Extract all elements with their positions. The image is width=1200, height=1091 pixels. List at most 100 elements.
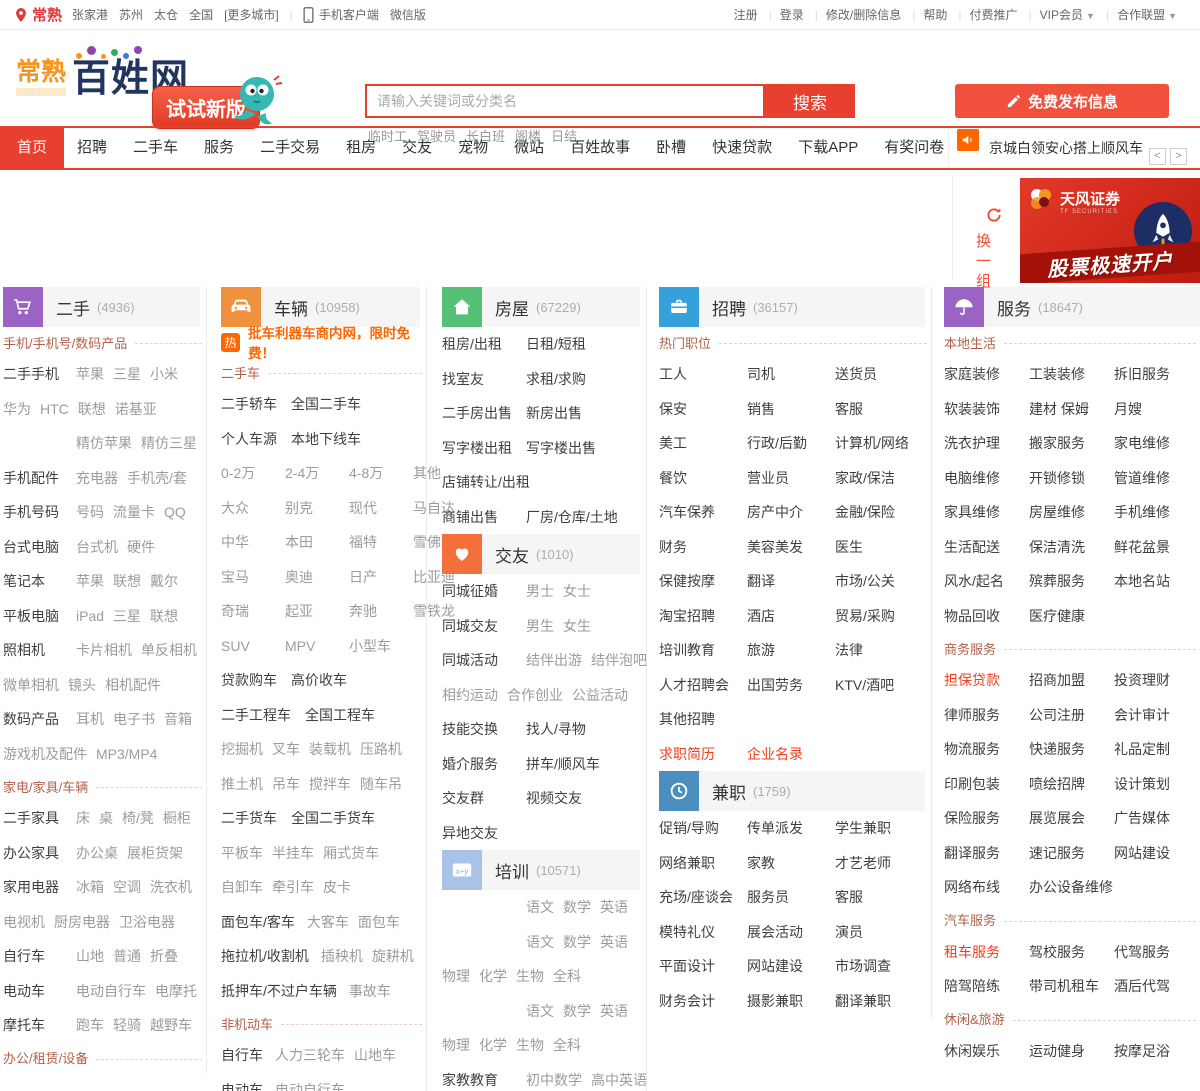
hot-promo-link[interactable]: 批车利器车商内网，限时免费！ xyxy=(248,322,426,362)
category-link[interactable]: 别克 xyxy=(285,498,349,518)
category-link[interactable]: 家庭装修 xyxy=(944,364,1029,384)
topbar-link[interactable]: VIP会员 ▼ xyxy=(1040,8,1095,22)
category-link[interactable]: 网站建设 xyxy=(1114,843,1199,863)
category-link[interactable]: 自卸车 xyxy=(221,877,263,897)
category-label[interactable]: 家用电器 xyxy=(3,877,76,897)
category-link[interactable]: 电脑维修 xyxy=(944,468,1029,488)
category-link[interactable]: 淘宝招聘 xyxy=(659,606,747,626)
category-link[interactable]: 三星 xyxy=(113,364,141,384)
category-link[interactable]: 台式机 xyxy=(76,537,118,557)
category-link[interactable]: 折叠 xyxy=(150,946,178,966)
category-link[interactable]: 单反相机 xyxy=(141,640,197,660)
category-link[interactable]: 数学 xyxy=(563,897,591,917)
category-link[interactable]: 生物 xyxy=(516,1035,544,1055)
category-link[interactable]: 华为 xyxy=(3,399,31,419)
category-link[interactable]: 苹果 xyxy=(76,571,104,591)
category-link[interactable]: 全国工程车 xyxy=(305,705,375,725)
nav-item[interactable]: 下载APP xyxy=(785,128,871,168)
topbar-link[interactable]: 修改/删除信息 xyxy=(826,8,901,22)
category-link[interactable]: 二手货车 xyxy=(221,808,277,828)
category-link[interactable]: 客服 xyxy=(835,887,923,907)
category-link[interactable]: 高中英语 xyxy=(591,1070,647,1090)
category-link[interactable]: 物品回收 xyxy=(944,606,1029,626)
category-link[interactable]: 技能交换 xyxy=(442,719,526,739)
category-link[interactable]: 挖掘机 xyxy=(221,739,263,759)
category-link[interactable]: 婚介服务 xyxy=(442,754,526,774)
category-link[interactable]: 公益活动 xyxy=(572,685,628,705)
category-link[interactable]: 插秧机 xyxy=(321,946,363,966)
category-label[interactable]: 自行车 xyxy=(221,1045,263,1065)
category-link[interactable]: 风水/起名 xyxy=(944,571,1029,591)
category-link[interactable]: 餐饮 xyxy=(659,468,747,488)
category-label[interactable]: 同城活动 xyxy=(442,650,526,670)
category-link[interactable]: 店铺转让/出租 xyxy=(442,472,530,492)
city-link[interactable]: 全国 xyxy=(189,8,213,22)
mobile-link[interactable]: 微信版 xyxy=(390,8,426,22)
category-link[interactable]: 宝马 xyxy=(221,567,285,587)
category-link[interactable]: 交友群 xyxy=(442,788,526,808)
category-link[interactable]: 办公桌 xyxy=(76,843,118,863)
category-link[interactable]: 人才招聘会 xyxy=(659,675,747,695)
category-link[interactable]: 物理 xyxy=(442,1035,470,1055)
category-link[interactable]: 送货员 xyxy=(835,364,923,384)
refresh-group-button[interactable]: 换一组 xyxy=(972,206,1016,293)
category-label[interactable]: 家教教育 xyxy=(442,1070,526,1090)
category-link[interactable]: 化学 xyxy=(479,1035,507,1055)
announcement-text[interactable]: 京城白领安心搭上顺风车 xyxy=(989,128,1200,168)
category-link[interactable]: 工人 xyxy=(659,364,747,384)
category-label[interactable]: 平板电脑 xyxy=(3,606,76,626)
category-link[interactable]: 推土机 xyxy=(221,774,263,794)
category-link[interactable]: 跑车 xyxy=(76,1015,104,1035)
category-link[interactable]: MP3/MP4 xyxy=(96,746,157,762)
category-label[interactable]: 抵押车/不过户车辆 xyxy=(221,981,337,1001)
category-link[interactable]: 厨房电器 xyxy=(54,912,110,932)
category-link[interactable]: 充电器 xyxy=(76,468,118,488)
category-link[interactable]: 新房出售 xyxy=(526,403,610,423)
category-link[interactable]: 初中数学 xyxy=(526,1070,582,1090)
city-link[interactable]: 苏州 xyxy=(119,8,143,22)
category-link[interactable]: 摄影兼职 xyxy=(747,991,835,1011)
category-label[interactable]: 手机号码 xyxy=(3,502,76,522)
category-link[interactable]: 培训教育 xyxy=(659,640,747,660)
publish-button[interactable]: 免费发布信息 xyxy=(955,84,1169,118)
category-link[interactable]: 展柜货架 xyxy=(127,843,183,863)
category-link[interactable]: 男士 xyxy=(526,581,554,601)
category-link[interactable]: 二手房出售 xyxy=(442,403,526,423)
ad-banner[interactable]: 天风证券 TF SECURITIES 股票极速开户 xyxy=(1020,178,1200,283)
category-link[interactable]: 奥迪 xyxy=(285,567,349,587)
category-link[interactable]: 找室友 xyxy=(442,369,526,389)
category-link[interactable]: 办公设备维修 xyxy=(1029,877,1117,897)
category-link[interactable]: 福特 xyxy=(349,532,413,552)
category-link[interactable]: 奇瑞 xyxy=(221,601,285,621)
nav-item[interactable]: 有奖问卷 xyxy=(871,128,957,168)
category-link[interactable]: 陪驾陪练 xyxy=(944,976,1029,996)
category-link[interactable]: 充场/座谈会 xyxy=(659,887,747,907)
column-title[interactable]: 房屋 xyxy=(495,295,529,320)
category-link[interactable]: SUV xyxy=(221,638,285,654)
category-link[interactable]: iPad xyxy=(76,608,104,624)
category-link[interactable]: 普通 xyxy=(113,946,141,966)
category-link[interactable]: 电视机 xyxy=(3,912,45,932)
category-link[interactable]: 吊车 xyxy=(272,774,300,794)
category-link[interactable]: 戴尔 xyxy=(150,571,178,591)
category-link[interactable]: 写字楼出租 xyxy=(442,438,526,458)
announcement-next-button[interactable]: > xyxy=(1170,148,1187,165)
category-link[interactable]: 美容美发 xyxy=(747,537,835,557)
topbar-link[interactable]: 注册 xyxy=(734,8,758,22)
category-link[interactable]: 家电维修 xyxy=(1114,433,1199,453)
category-link[interactable]: 网络布线 xyxy=(944,877,1029,897)
category-link[interactable]: 男生 xyxy=(526,616,554,636)
category-link[interactable]: 卫浴电器 xyxy=(119,912,175,932)
category-link[interactable]: 代驾服务 xyxy=(1114,942,1199,962)
category-link[interactable]: 广告媒体 xyxy=(1114,808,1199,828)
search-button[interactable]: 搜索 xyxy=(765,84,855,118)
city-link[interactable]: [更多城市] xyxy=(224,8,279,22)
category-link[interactable]: 展会活动 xyxy=(747,922,835,942)
category-label[interactable]: 同城征婚 xyxy=(442,581,526,601)
category-link[interactable]: 结伴泡吧 xyxy=(591,650,647,670)
category-link[interactable]: 全国二手货车 xyxy=(291,808,375,828)
category-link[interactable]: 拼车/顺风车 xyxy=(526,754,610,774)
category-link[interactable]: 驾校服务 xyxy=(1029,942,1114,962)
category-label[interactable]: 笔记本 xyxy=(3,571,76,591)
category-link[interactable]: 模特礼仪 xyxy=(659,922,747,942)
